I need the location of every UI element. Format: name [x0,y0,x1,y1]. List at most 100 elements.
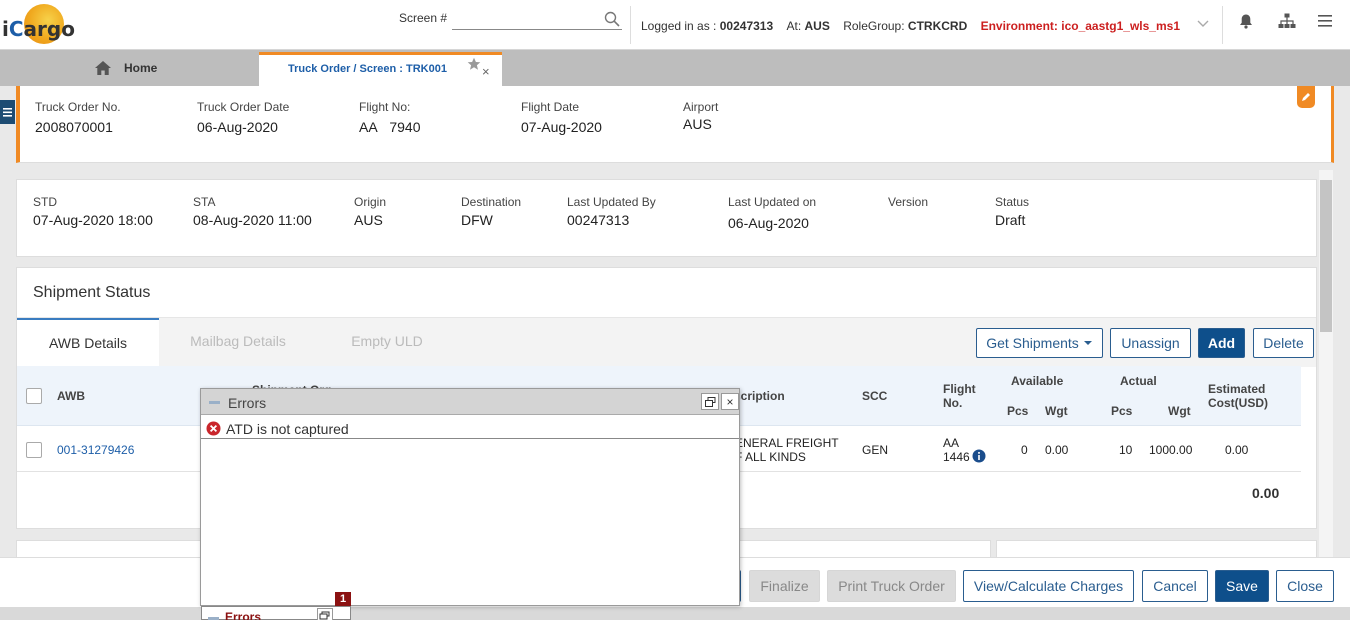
tab-home[interactable]: Home [94,56,157,80]
row-flight-number: 1446 [943,450,970,464]
dialog-handle-icon [209,401,220,404]
bell-icon[interactable] [1238,13,1254,29]
column-actual: Actual [1120,374,1157,388]
list-icon [3,108,12,117]
row-available-pcs: 0 [1021,443,1028,457]
column-available-pcs: Pcs [1007,404,1029,418]
column-awb: AWB [57,389,85,403]
tab-strip: Home [0,50,1350,86]
field-origin: Origin AUS [354,195,387,228]
dialog-close-button[interactable]: × [721,393,739,410]
field-airport: Airport AUS [683,100,719,132]
row-flight-carrier: AA [943,436,960,450]
search-icon[interactable] [604,11,620,27]
error-message: ATD is not captured [226,421,349,437]
error-message-row: ATD is not captured [201,417,739,439]
tab-home-label: Home [124,61,158,75]
screen-input[interactable] [452,10,622,30]
side-panel-toggle[interactable] [0,100,15,124]
row-checkbox[interactable] [26,442,42,458]
errors-dialog-title: Errors [228,395,267,411]
close-button[interactable]: Close [1276,570,1334,602]
row-estimated-cost: 0.00 [1225,443,1249,457]
logo-wordmark: iCargo [2,17,75,41]
awb-link[interactable]: 001-31279426 [57,443,134,457]
get-shipments-button[interactable]: Get Shipments [976,328,1103,358]
field-last-updated-by: Last Updated By 00247313 [567,195,656,228]
flight-details: STD 07-Aug-2020 18:00 STA 08-Aug-2020 11… [16,179,1317,257]
field-flight-no: Flight No: AA 7940 [359,100,421,135]
field-destination: Destination DFW [461,195,522,228]
star-icon[interactable] [467,57,481,71]
field-status: Status Draft [995,195,1030,228]
top-header: iCargo Screen # Logged in as : 00247313 … [0,0,1350,50]
minimized-restore-button[interactable] [317,608,333,620]
tab-close-icon[interactable]: × [482,64,490,79]
unassign-button[interactable]: Unassign [1110,328,1191,358]
truck-order-summary: Truck Order No. 2008070001 Truck Order D… [16,86,1334,163]
restore-button[interactable] [701,393,719,410]
icargo-logo[interactable]: iCargo [2,3,75,47]
logged-user: 00247313 [719,19,774,33]
home-icon [95,61,111,75]
row-actual-wgt: 1000.00 [1149,443,1193,457]
row-actual-pcs: 10 [1119,443,1133,457]
finalize-button[interactable]: Finalize [749,570,820,602]
column-actual-wgt: Wgt [1168,404,1191,418]
column-flight-no-line2: No. [943,396,963,410]
delete-button[interactable]: Delete [1253,328,1314,358]
station-code: AUS [804,19,830,33]
field-version: Version [888,195,929,209]
column-flight-no: Flight [943,382,976,396]
print-truck-order-button[interactable]: Print Truck Order [827,570,956,602]
header-divider [630,6,631,44]
errors-dialog[interactable]: Errors × ATD is not captured [200,388,740,606]
error-count-badge: 1 [335,592,351,607]
cancel-button[interactable]: Cancel [1142,570,1208,602]
column-scc: SCC [862,389,888,403]
restore-icon [319,611,330,620]
tab-awb-details[interactable]: AWB Details [17,318,159,368]
column-actual-pcs: Pcs [1111,404,1133,418]
tab-mailbag-details[interactable]: Mailbag Details [177,318,299,368]
select-all-checkbox[interactable] [26,388,42,404]
minimized-errors-dialog[interactable]: Errors [201,606,351,620]
field-last-updated-on: Last Updated on 06-Aug-2020 [728,195,817,231]
minimized-errors-title: Errors [225,610,262,620]
caret-down-icon [1083,341,1092,345]
tab-truck-order-label: Truck Order / Screen : TRK001 [288,63,447,75]
row-description: ENERAL FREIGHT [735,436,839,450]
pencil-icon [1302,93,1310,101]
field-std: STD 07-Aug-2020 18:00 [33,195,153,228]
row-available-wgt: 0.00 [1045,443,1069,457]
field-sta: STA 08-Aug-2020 11:00 [193,195,312,228]
tab-truck-order[interactable]: Truck Order / Screen : TRK001 × [259,52,502,86]
column-description: scription [734,389,785,403]
screen-label: Screen # [399,11,448,25]
section-title: Shipment Status [33,284,151,301]
column-available: Available [1011,374,1064,388]
total-cost: 0.00 [1252,485,1280,501]
errors-dialog-titlebar[interactable]: Errors × [201,389,739,415]
sitemap-icon[interactable] [1278,13,1296,29]
row-description-line2: F ALL KINDS [735,450,806,464]
column-estimated-cost-line2: Cost(USD) [1208,396,1268,410]
row-scc: GEN [862,443,889,457]
column-available-wgt: Wgt [1045,404,1068,418]
environment-label: Environment: ico_aastg1_wls_ms1 [980,19,1180,33]
field-truck-order-date: Truck Order Date 06-Aug-2020 [197,100,290,135]
column-estimated-cost: Estimated [1208,382,1266,396]
field-truck-order-no: Truck Order No. 2008070001 [35,100,121,135]
tab-empty-uld[interactable]: Empty ULD [333,318,441,368]
hamburger-menu-icon[interactable] [1317,14,1333,28]
role-group: CTRKCRD [907,19,968,33]
info-icon[interactable] [972,449,986,463]
add-button[interactable]: Add [1198,328,1245,358]
chevron-down-icon[interactable] [1196,16,1210,30]
scrollbar-thumb[interactable] [1320,180,1332,332]
view-calculate-charges-button[interactable]: View/Calculate Charges [963,570,1134,602]
field-flight-date: Flight Date 07-Aug-2020 [521,100,602,135]
login-info: Logged in as : 00247313 At: AUS RoleGrou… [641,19,1180,33]
save-button[interactable]: Save [1215,570,1269,602]
edit-button[interactable] [1297,86,1315,108]
